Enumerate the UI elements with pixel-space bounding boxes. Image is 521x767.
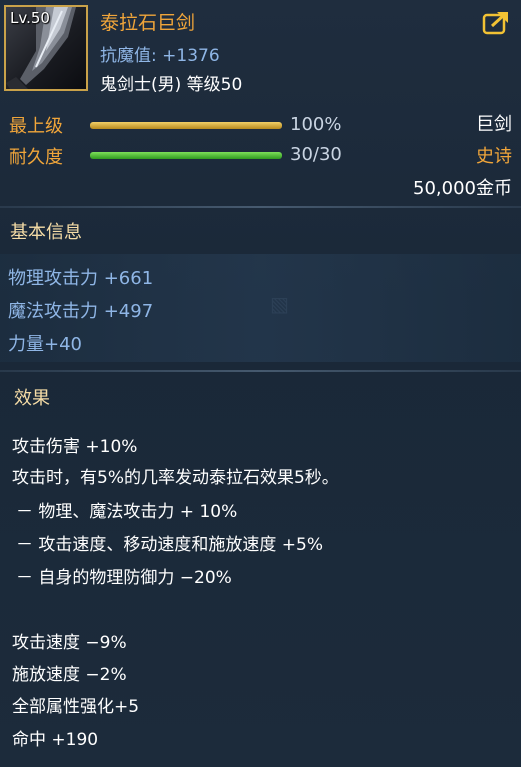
- durability-bar: [90, 152, 282, 159]
- item-rarity: 史诗: [476, 146, 512, 167]
- item-header: Lv.50 泰拉石巨剑 抗魔值: +1376 鬼剑士(男) 等级50: [0, 0, 521, 100]
- effect-line: 攻击时，有5%的几率发动泰拉石效果5秒。: [12, 468, 339, 488]
- effect-line: 攻击速度 −9%: [12, 633, 127, 653]
- watermark: ▧: [270, 292, 289, 316]
- basic-info-title: 基本信息: [10, 222, 82, 243]
- basic-stat-line: 物理攻击力 +661: [8, 268, 154, 289]
- item-price: 50,000金币: [413, 178, 512, 199]
- divider: [0, 206, 521, 208]
- effect-line: － 自身的物理防御力 −20%: [16, 568, 232, 588]
- level-badge: Lv.50: [10, 9, 50, 27]
- basic-stat-line: 魔法攻击力 +497: [8, 301, 154, 322]
- durability-label: 耐久度: [9, 147, 63, 168]
- effect-line: 全部属性强化+5: [12, 697, 140, 717]
- effect-line: － 物理、魔法攻击力 + 10%: [16, 502, 238, 522]
- effect-line: － 攻击速度、移动速度和施放速度 +5%: [16, 535, 324, 555]
- item-tooltip: Lv.50 泰拉石巨剑 抗魔值: +1376 鬼剑士(男) 等级50 最上级 1…: [0, 0, 521, 767]
- effect-line: 命中 +190: [12, 730, 99, 750]
- effect-line: 施放速度 −2%: [12, 665, 127, 685]
- effects-title: 效果: [14, 388, 50, 409]
- divider: [0, 370, 521, 372]
- grade-value: 100%: [290, 114, 342, 135]
- durability-value: 30/30: [290, 144, 342, 165]
- share-arrow-icon[interactable]: [482, 10, 510, 36]
- weapon-type: 巨剑: [476, 114, 512, 135]
- basic-stat-line: 力量+40: [8, 334, 82, 355]
- anti-magic-value: 抗魔值: +1376: [100, 46, 220, 66]
- basic-info-section: ▧ 物理攻击力 +661 魔法攻击力 +497 力量+40: [0, 254, 521, 362]
- item-name: 泰拉石巨剑: [100, 12, 196, 34]
- item-requirement: 鬼剑士(男) 等级50: [100, 75, 243, 95]
- effect-line: 攻击伤害 +10%: [12, 437, 138, 457]
- grade-bar: [90, 122, 282, 129]
- grade-label: 最上级: [9, 116, 63, 137]
- item-icon-frame[interactable]: Lv.50: [4, 5, 88, 91]
